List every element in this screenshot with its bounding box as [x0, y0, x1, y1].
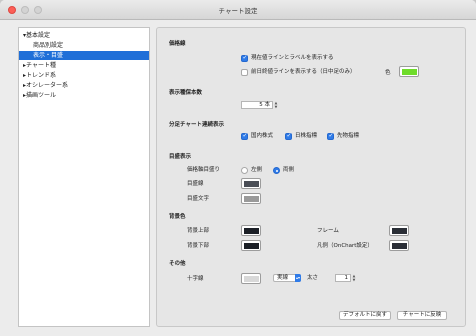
japan-index-checkbox[interactable]: [285, 132, 292, 140]
scale-heading: 目盛表示: [169, 154, 192, 160]
other-heading: その他: [169, 261, 186, 267]
line-style-select-arrow-icon[interactable]: ▴▾: [295, 274, 301, 282]
line-width-label: 太さ: [307, 275, 319, 281]
settings-tree: ▾基本設定 商品別設定 表示・目盛 ▸チャート種 ▸トレンド系 ▸オシレーター系…: [18, 27, 150, 327]
background-heading: 背景色: [169, 214, 186, 220]
domestic-stocks-checkbox[interactable]: [241, 132, 248, 140]
scale-both-radio[interactable]: [273, 167, 280, 174]
show-current-line-label: 現在値ラインとラベルを表示する: [251, 55, 334, 61]
bg-bottom-color-fill: [243, 242, 259, 249]
show-prev-close-label: 前日終値ラインを表示する（日中足のみ）: [251, 69, 356, 75]
bg-top-color-well[interactable]: [241, 225, 261, 236]
show-prev-close-checkbox[interactable]: [241, 69, 248, 76]
bg-bottom-label: 背景下部: [187, 243, 210, 249]
settings-window: チャート設定 ▾基本設定 商品別設定 表示・目盛 ▸チャート種 ▸トレンド系 ▸…: [0, 0, 476, 336]
futures-index-label: 先物指標: [337, 133, 360, 139]
tree-item-per-product[interactable]: 商品別設定: [33, 41, 63, 50]
frame-color-fill: [391, 227, 407, 234]
restore-defaults-button[interactable]: デフォルトに戻す: [339, 311, 391, 320]
show-current-line-checkbox[interactable]: [241, 54, 248, 62]
tree-item-basic-settings[interactable]: ▾基本設定: [23, 31, 50, 40]
price-axis-label: 価格軸目盛り: [187, 167, 221, 173]
tree-item-trend[interactable]: ▸トレンド系: [23, 71, 56, 80]
legend-label: 凡例（OnChart設定）: [317, 243, 373, 249]
crosshair-color-well[interactable]: [241, 273, 261, 284]
tree-item-display-scale[interactable]: 表示・目盛: [19, 51, 149, 60]
grid-line-color-well[interactable]: [241, 178, 261, 189]
line-width-stepper[interactable]: ▲ ▼: [352, 274, 356, 282]
grid-line-color-fill: [243, 180, 259, 187]
scale-text-color-fill: [243, 195, 259, 202]
bg-bottom-color-well[interactable]: [241, 240, 261, 251]
scale-text-label: 目盛文字: [187, 196, 210, 202]
price-line-color-label: 色: [385, 70, 391, 76]
window-title: チャート設定: [218, 7, 258, 15]
bars-heading: 表示種保本数: [169, 90, 203, 96]
tree-item-chart-types[interactable]: ▸チャート種: [23, 61, 56, 70]
settings-panel: 価格線 現在値ラインとラベルを表示する 前日終値ラインを表示する（日中足のみ） …: [156, 27, 466, 327]
grid-line-label: 目盛線: [187, 181, 204, 187]
frame-color-well[interactable]: [389, 225, 409, 236]
bg-top-color-fill: [243, 227, 259, 234]
line-width-field[interactable]: 1: [335, 274, 351, 282]
bars-count-stepper[interactable]: ▲ ▼: [274, 101, 278, 109]
domestic-stocks-label: 国内株式: [251, 133, 274, 139]
scale-both-label: 両側: [283, 167, 295, 173]
crosshair-color-fill: [243, 275, 259, 282]
legend-color-well[interactable]: [389, 240, 409, 251]
tree-item-oscillator[interactable]: ▸オシレーター系: [23, 81, 68, 90]
apply-to-chart-button[interactable]: チャートに反映: [397, 311, 447, 320]
bg-top-label: 背景上部: [187, 228, 210, 234]
futures-index-checkbox[interactable]: [327, 132, 334, 140]
scale-left-label: 左側: [251, 167, 263, 173]
scale-text-color-well[interactable]: [241, 193, 261, 204]
frame-label: フレーム: [317, 228, 339, 234]
bars-count-field[interactable]: 5 本: [241, 101, 273, 109]
price-line-color-well[interactable]: [399, 66, 419, 77]
crosshair-label: 十字線: [187, 276, 204, 282]
price-line-color-fill: [401, 68, 417, 75]
legend-color-fill: [391, 242, 407, 249]
title-bar: チャート設定: [0, 0, 476, 20]
tree-item-drawing-tools[interactable]: ▸描画ツール: [23, 91, 56, 100]
price-line-heading: 価格線: [169, 41, 186, 47]
japan-index-label: 日株指標: [295, 133, 318, 139]
intraday-heading: 分足チャート連続表示: [169, 122, 224, 128]
scale-left-radio[interactable]: [241, 167, 248, 174]
